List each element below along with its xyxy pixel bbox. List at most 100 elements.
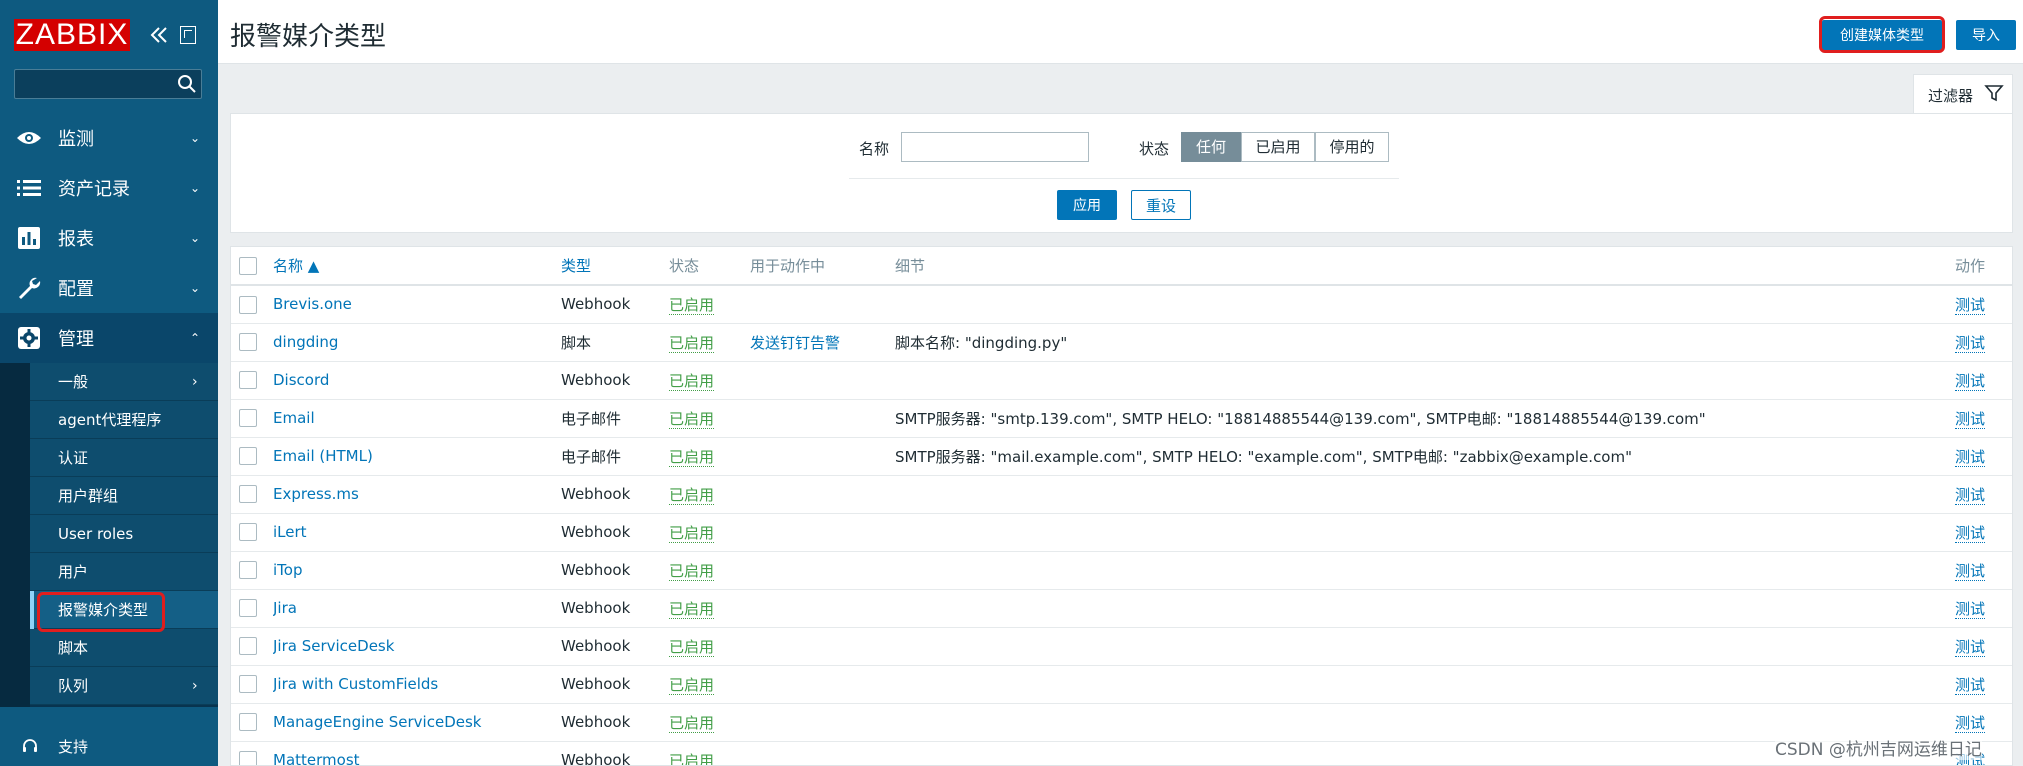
- test-link[interactable]: 测试: [1955, 295, 1986, 315]
- status-cell: 已启用: [669, 399, 750, 438]
- status-toggle-link[interactable]: 已启用: [669, 751, 715, 765]
- row-checkbox[interactable]: [239, 523, 257, 542]
- row-checkbox[interactable]: [239, 561, 257, 580]
- row-select-cell: [231, 551, 273, 590]
- row-checkbox[interactable]: [239, 599, 257, 618]
- name-column-header[interactable]: 名称 ▲: [273, 247, 561, 286]
- test-link[interactable]: 测试: [1955, 409, 1986, 429]
- row-checkbox[interactable]: [239, 447, 257, 466]
- support-link[interactable]: 支持: [0, 728, 218, 764]
- row-checkbox[interactable]: [239, 333, 257, 352]
- menu-item-administration[interactable]: 管理 ⌃: [0, 313, 218, 363]
- test-link[interactable]: 测试: [1955, 485, 1986, 505]
- sidebar-item-users[interactable]: 用户: [30, 553, 218, 591]
- status-toggle-link[interactable]: 已启用: [669, 561, 715, 581]
- details-cell: SMTP服务器: "mail.example.com", SMTP HELO: …: [895, 437, 1955, 476]
- media-type-name-link[interactable]: Jira with CustomFields: [273, 675, 438, 693]
- test-cell: 测试: [1955, 665, 2012, 704]
- status-toggle-link[interactable]: 已启用: [669, 599, 715, 619]
- status-toggle-link[interactable]: 已启用: [669, 713, 715, 733]
- row-checkbox[interactable]: [239, 295, 257, 314]
- apply-button[interactable]: 应用: [1057, 190, 1117, 220]
- action-link[interactable]: 发送钉钉告警: [750, 334, 840, 352]
- row-checkbox[interactable]: [239, 675, 257, 694]
- wrench-icon: [16, 275, 42, 301]
- reset-button[interactable]: 重设: [1131, 190, 1191, 220]
- row-checkbox[interactable]: [239, 713, 257, 732]
- search-icon[interactable]: [177, 74, 197, 94]
- row-checkbox[interactable]: [239, 751, 257, 765]
- row-checkbox[interactable]: [239, 637, 257, 656]
- media-type-name-link[interactable]: iTop: [273, 561, 302, 579]
- create-media-type-button[interactable]: 创建媒体类型: [1822, 20, 1942, 50]
- menu-item-configuration[interactable]: 配置 ⌄: [0, 263, 218, 313]
- status-toggle-link[interactable]: 已启用: [669, 675, 715, 695]
- zabbix-logo[interactable]: ZABBIX: [14, 19, 130, 51]
- sidebar-item-media-types[interactable]: 报警媒介类型: [30, 591, 218, 629]
- test-link[interactable]: 测试: [1955, 713, 1986, 733]
- sidebar-search-input[interactable]: [14, 69, 202, 99]
- test-cell: 测试: [1955, 437, 2012, 476]
- test-link[interactable]: 测试: [1955, 523, 1986, 543]
- sidebar-item-scripts[interactable]: 脚本: [30, 629, 218, 667]
- sidebar-item-general[interactable]: 一般 ›: [30, 363, 218, 401]
- status-disabled-option[interactable]: 停用的: [1315, 132, 1389, 162]
- type-cell: Webhook: [561, 703, 669, 742]
- submenu-label: agent代理程序: [58, 411, 162, 429]
- name-cell: Email (HTML): [273, 437, 561, 476]
- collapse-sidebar-icon[interactable]: [148, 24, 170, 46]
- media-type-name-link[interactable]: Brevis.one: [273, 295, 352, 313]
- test-link[interactable]: 测试: [1955, 371, 1986, 391]
- used-in-actions-column-header: 用于动作中: [750, 247, 895, 286]
- status-toggle-link[interactable]: 已启用: [669, 371, 715, 391]
- media-type-name-link[interactable]: dingding: [273, 333, 338, 351]
- row-select-cell: [231, 741, 273, 765]
- status-toggle-link[interactable]: 已启用: [669, 637, 715, 657]
- status-toggle-link[interactable]: 已启用: [669, 295, 715, 315]
- media-type-name-link[interactable]: Email (HTML): [273, 447, 373, 465]
- media-type-name-link[interactable]: Mattermost: [273, 751, 360, 765]
- test-link[interactable]: 测试: [1955, 447, 1986, 467]
- sidebar-item-proxies[interactable]: agent代理程序: [30, 401, 218, 439]
- list-icon: [16, 175, 42, 201]
- table-row: Brevis.one Webhook 已启用 测试: [231, 285, 2012, 324]
- menu-item-monitoring[interactable]: 监测 ⌄: [0, 113, 218, 163]
- status-toggle-link[interactable]: 已启用: [669, 409, 715, 429]
- kiosk-mode-icon[interactable]: [180, 26, 196, 44]
- status-toggle-link[interactable]: 已启用: [669, 447, 715, 467]
- used-in-actions-cell: [750, 551, 895, 590]
- import-button[interactable]: 导入: [1956, 20, 2016, 50]
- media-type-name-link[interactable]: Discord: [273, 371, 329, 389]
- media-type-name-link[interactable]: Jira: [273, 599, 297, 617]
- status-toggle-link[interactable]: 已启用: [669, 485, 715, 505]
- media-type-name-link[interactable]: iLert: [273, 523, 307, 541]
- select-all-checkbox[interactable]: [239, 256, 257, 275]
- test-link[interactable]: 测试: [1955, 333, 1986, 353]
- row-checkbox[interactable]: [239, 485, 257, 504]
- test-link[interactable]: 测试: [1955, 599, 1986, 619]
- test-link[interactable]: 测试: [1955, 561, 1986, 581]
- menu-item-reports[interactable]: 报表 ⌄: [0, 213, 218, 263]
- filter-tab[interactable]: 过滤器: [1913, 74, 2013, 114]
- test-link[interactable]: 测试: [1955, 675, 1986, 695]
- media-type-name-link[interactable]: Email: [273, 409, 315, 427]
- sidebar-item-user-groups[interactable]: 用户群组: [30, 477, 218, 515]
- media-type-name-link[interactable]: Express.ms: [273, 485, 359, 503]
- status-toggle-link[interactable]: 已启用: [669, 333, 715, 353]
- menu-item-inventory[interactable]: 资产记录 ⌄: [0, 163, 218, 213]
- status-enabled-option[interactable]: 已启用: [1241, 132, 1315, 162]
- test-link[interactable]: 测试: [1955, 637, 1986, 657]
- sidebar-item-queue[interactable]: 队列 ›: [30, 667, 218, 705]
- status-cell: 已启用: [669, 589, 750, 628]
- filter-name-input[interactable]: [901, 132, 1089, 162]
- sidebar-item-user-roles[interactable]: User roles: [30, 515, 218, 553]
- sidebar-item-authentication[interactable]: 认证: [30, 439, 218, 477]
- status-toggle-link[interactable]: 已启用: [669, 523, 715, 543]
- type-column-header[interactable]: 类型: [561, 247, 669, 286]
- row-checkbox[interactable]: [239, 409, 257, 428]
- media-type-name-link[interactable]: ManageEngine ServiceDesk: [273, 713, 481, 731]
- media-type-name-link[interactable]: Jira ServiceDesk: [273, 637, 394, 655]
- row-checkbox[interactable]: [239, 371, 257, 390]
- status-any-option[interactable]: 任何: [1181, 132, 1241, 162]
- used-in-actions-cell: [750, 285, 895, 324]
